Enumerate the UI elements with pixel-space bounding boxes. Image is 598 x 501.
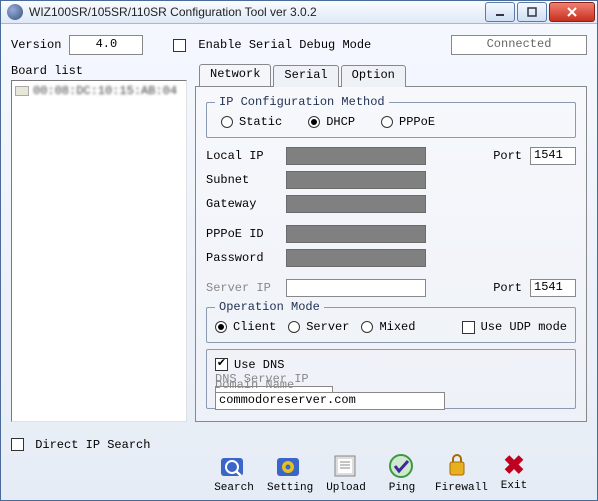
- app-window: WIZ100SR/105SR/110SR Configuration Tool …: [0, 0, 598, 501]
- board-icon: [15, 86, 29, 96]
- upload-button[interactable]: Upload: [323, 452, 369, 494]
- close-button[interactable]: [549, 2, 595, 22]
- minimize-button[interactable]: [485, 2, 515, 22]
- setting-button[interactable]: Setting: [267, 452, 313, 494]
- enable-debug-checkbox[interactable]: [173, 39, 186, 52]
- version-label: Version: [11, 38, 61, 52]
- firewall-icon: [443, 452, 473, 480]
- radio-client[interactable]: Client: [215, 320, 276, 334]
- tab-body-network: IP Configuration Method Static DHCP PPPo…: [195, 86, 587, 422]
- exit-button[interactable]: ✖ Exit: [491, 452, 537, 494]
- tab-serial[interactable]: Serial: [273, 65, 338, 87]
- exit-icon: ✖: [491, 452, 537, 478]
- version-value: 4.0: [69, 35, 143, 55]
- firewall-button[interactable]: Firewall: [435, 452, 481, 494]
- local-ip-label: Local IP: [206, 149, 278, 163]
- subnet-label: Subnet: [206, 173, 278, 187]
- port-label: Port: [493, 149, 522, 163]
- gear-icon: [275, 452, 305, 480]
- pppoe-id-input[interactable]: [286, 225, 426, 243]
- password-input[interactable]: [286, 249, 426, 267]
- radio-dhcp[interactable]: DHCP: [308, 115, 355, 129]
- server-ip-input[interactable]: [286, 279, 426, 297]
- radio-server[interactable]: Server: [288, 320, 349, 334]
- gateway-label: Gateway: [206, 197, 278, 211]
- upload-icon: [331, 452, 361, 480]
- board-list-label: Board list: [11, 64, 187, 78]
- maximize-button[interactable]: [517, 2, 547, 22]
- server-ip-label: Server IP: [206, 281, 278, 295]
- board-list-item[interactable]: 00:08:DC:10:15:AB:04: [14, 83, 184, 99]
- tab-option[interactable]: Option: [341, 65, 406, 87]
- direct-ip-label: Direct IP Search: [35, 438, 150, 452]
- use-udp-checkbox[interactable]: Use UDP mode: [462, 320, 567, 334]
- radio-static[interactable]: Static: [221, 115, 282, 129]
- local-ip-input[interactable]: [286, 147, 426, 165]
- operation-mode-legend: Operation Mode: [215, 300, 324, 314]
- dns-group: ✔Use DNS DNS Server IP Domain Name commo…: [206, 349, 576, 409]
- port-input[interactable]: 1541: [530, 147, 576, 165]
- direct-ip-checkbox[interactable]: [11, 438, 24, 451]
- ping-button[interactable]: Ping: [379, 452, 425, 494]
- search-icon: [219, 452, 249, 480]
- domain-name-input[interactable]: commodoreserver.com: [215, 392, 445, 410]
- search-button[interactable]: Search: [211, 452, 257, 494]
- board-list[interactable]: 00:08:DC:10:15:AB:04: [11, 80, 187, 422]
- ping-icon: [387, 452, 417, 480]
- server-port-label: Port: [493, 281, 522, 295]
- ip-config-group: IP Configuration Method Static DHCP PPPo…: [206, 95, 576, 138]
- domain-name-label: Domain Name: [215, 378, 294, 392]
- use-dns-checkbox[interactable]: ✔Use DNS: [215, 358, 284, 372]
- radio-mixed[interactable]: Mixed: [361, 320, 415, 334]
- gateway-input[interactable]: [286, 195, 426, 213]
- radio-pppoe[interactable]: PPPoE: [381, 115, 435, 129]
- titlebar: WIZ100SR/105SR/110SR Configuration Tool …: [1, 1, 597, 24]
- operation-mode-group: Operation Mode Client Server Mixed Use U…: [206, 300, 576, 343]
- subnet-input[interactable]: [286, 171, 426, 189]
- enable-debug-label: Enable Serial Debug Mode: [198, 38, 371, 52]
- app-icon: [7, 4, 23, 20]
- board-mac: 00:08:DC:10:15:AB:04: [33, 84, 177, 98]
- window-title: WIZ100SR/105SR/110SR Configuration Tool …: [29, 5, 483, 19]
- connection-status: Connected: [451, 35, 587, 55]
- server-port-input[interactable]: 1541: [530, 279, 576, 297]
- tab-network[interactable]: Network: [199, 64, 271, 86]
- password-label: Password: [206, 251, 278, 265]
- direct-ip-wrap: Direct IP Search: [11, 438, 150, 452]
- ip-config-legend: IP Configuration Method: [215, 95, 389, 109]
- pppoe-id-label: PPPoE ID: [206, 227, 278, 241]
